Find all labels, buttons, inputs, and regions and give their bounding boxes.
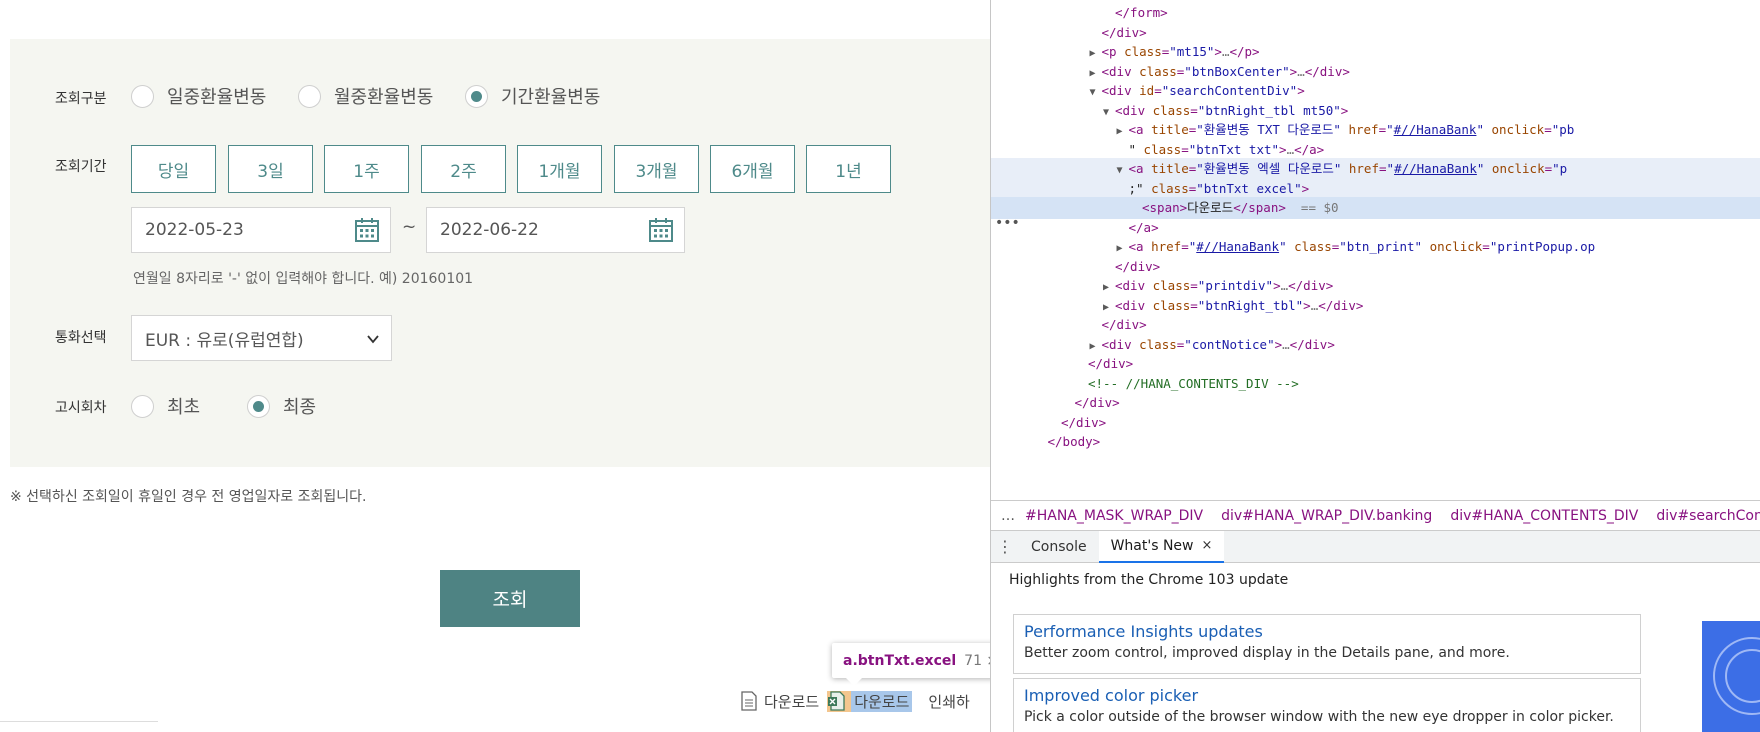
tab-console[interactable]: Console xyxy=(1019,531,1099,563)
calendar-icon[interactable] xyxy=(648,217,674,243)
whats-new-thumbnail xyxy=(1702,621,1760,732)
link-label: 인쇄하 xyxy=(928,692,970,711)
period-button-2weeks[interactable]: 2주 xyxy=(421,145,506,193)
tooltip-arrow xyxy=(846,678,862,686)
drawer-tab-bar: ⋮ Console What's New × xyxy=(991,530,1760,563)
download-actions: 다운로드 다운로드 인쇄하 xyxy=(740,690,978,712)
tab-label: Console xyxy=(1031,538,1087,555)
radio-first[interactable]: 최초 xyxy=(131,393,200,419)
card-description: Pick a color outside of the browser wind… xyxy=(1024,709,1614,725)
link-label: 다운로드 xyxy=(851,690,913,712)
tab-whats-new[interactable]: What's New × xyxy=(1098,530,1225,563)
radio-monthly[interactable]: 월중환율변동 xyxy=(298,83,433,109)
breadcrumb-item[interactable]: #HANA_MASK_WRAP_DIV xyxy=(1025,508,1203,524)
tooltip-selector: a.btnTxt.excel xyxy=(843,652,957,669)
txt-download-link[interactable]: 다운로드 xyxy=(740,691,819,712)
period-button-1month[interactable]: 1개월 xyxy=(517,145,602,193)
period-button-6months[interactable]: 6개월 xyxy=(710,145,795,193)
period-button-1year[interactable]: 1년 xyxy=(806,145,891,193)
period-label: 조회기간 xyxy=(55,159,107,175)
dom-node-line[interactable]: </body> xyxy=(991,431,1760,453)
close-icon[interactable]: × xyxy=(1202,538,1213,553)
currency-select[interactable]: EUR : 유로(유럽연합) xyxy=(131,315,392,361)
currency-label: 통화선택 xyxy=(55,330,107,346)
radio-period[interactable]: 기간환율변동 xyxy=(465,83,600,109)
radio-final[interactable]: 최종 xyxy=(247,393,316,419)
breadcrumb-item[interactable]: div#HANA_CONTENTS_DIV xyxy=(1450,508,1638,524)
period-button-1week[interactable]: 1주 xyxy=(324,145,409,193)
period-button-3days[interactable]: 3일 xyxy=(228,145,313,193)
devtools-panel: </form> </div> ▶ <p class="mt15">…</p> ▶ <div… xyxy=(990,0,1760,732)
tab-label: What's New xyxy=(1110,537,1194,554)
more-options-icon[interactable]: ⋮ xyxy=(991,537,1019,556)
radio-label: 최종 xyxy=(283,397,317,418)
whats-new-panel: Highlights from the Chrome 103 update Pe… xyxy=(991,563,1760,732)
radio-circle xyxy=(298,84,321,108)
end-date-input[interactable] xyxy=(440,220,620,240)
period-button-today[interactable]: 당일 xyxy=(131,145,216,193)
chrome-update-graphic xyxy=(1713,637,1760,715)
radio-label: 월중환율변동 xyxy=(334,87,434,108)
breadcrumb-overflow[interactable]: … xyxy=(1001,508,1015,524)
excel-download-link[interactable]: 다운로드 xyxy=(827,690,913,712)
date-range-separator: ~ xyxy=(402,217,417,237)
inspect-tooltip: a.btnTxt.excel 71 × xyxy=(832,643,990,678)
node-actions-icon[interactable]: ••• xyxy=(995,215,1020,231)
divider xyxy=(0,721,158,722)
radio-circle xyxy=(131,394,154,418)
radio-label: 최초 xyxy=(167,397,201,418)
period-button-3months[interactable]: 3개월 xyxy=(614,145,699,193)
start-date-box xyxy=(131,207,391,253)
query-type-label: 조회구분 xyxy=(55,91,107,107)
radio-label: 기간환율변동 xyxy=(501,87,601,108)
chevron-down-icon xyxy=(367,335,379,344)
notice-round-label: 고시회차 xyxy=(55,400,107,416)
card-title: Performance Insights updates xyxy=(1024,622,1263,641)
radio-circle-selected xyxy=(247,394,270,418)
tooltip-size: 71 × xyxy=(964,652,990,669)
hana-exchange-page: 조회구분 일중환율변동 월중환율변동 기간환율변동 조회기간 당일 3일 1주 … xyxy=(0,0,990,732)
card-title: Improved color picker xyxy=(1024,686,1199,705)
start-date-input[interactable] xyxy=(145,220,325,240)
breadcrumb-item[interactable]: div#HANA_WRAP_DIV.banking xyxy=(1221,508,1432,524)
excel-icon xyxy=(828,691,845,711)
document-icon xyxy=(741,691,757,711)
whats-new-card[interactable]: Performance Insights updates Better zoom… xyxy=(1013,614,1641,674)
radio-label: 일중환율변동 xyxy=(167,87,267,108)
elements-breadcrumbs: … #HANA_MASK_WRAP_DIV div#HANA_WRAP_DIV.… xyxy=(991,500,1760,530)
currency-value: EUR : 유로(유럽연합) xyxy=(145,330,304,351)
elements-tree: </form> </div> ▶ <p class="mt15">…</p> ▶ <div… xyxy=(991,0,1760,498)
card-description: Better zoom control, improved display in… xyxy=(1024,645,1510,661)
holiday-notice: ※ 선택하신 조회일이 휴일인 경우 전 영업일자로 조회됩니다. xyxy=(10,489,367,505)
calendar-icon[interactable] xyxy=(354,217,380,243)
whats-new-card[interactable]: Improved color picker Pick a color outsi… xyxy=(1013,678,1641,732)
radio-circle xyxy=(131,84,154,108)
radio-intraday[interactable]: 일중환율변동 xyxy=(131,83,266,109)
print-link[interactable]: 인쇄하 xyxy=(928,691,969,712)
radio-circle-selected xyxy=(465,84,488,108)
whats-new-heading: Highlights from the Chrome 103 update xyxy=(1009,572,1289,588)
end-date-box xyxy=(426,207,685,253)
link-label: 다운로드 xyxy=(764,692,820,711)
search-button[interactable]: 조회 xyxy=(440,570,580,627)
date-format-hint: 연월일 8자리로 '-' 없이 입력해야 합니다. 예) 20160101 xyxy=(133,271,474,287)
breadcrumb-item[interactable]: div#searchContentDi xyxy=(1656,508,1760,524)
